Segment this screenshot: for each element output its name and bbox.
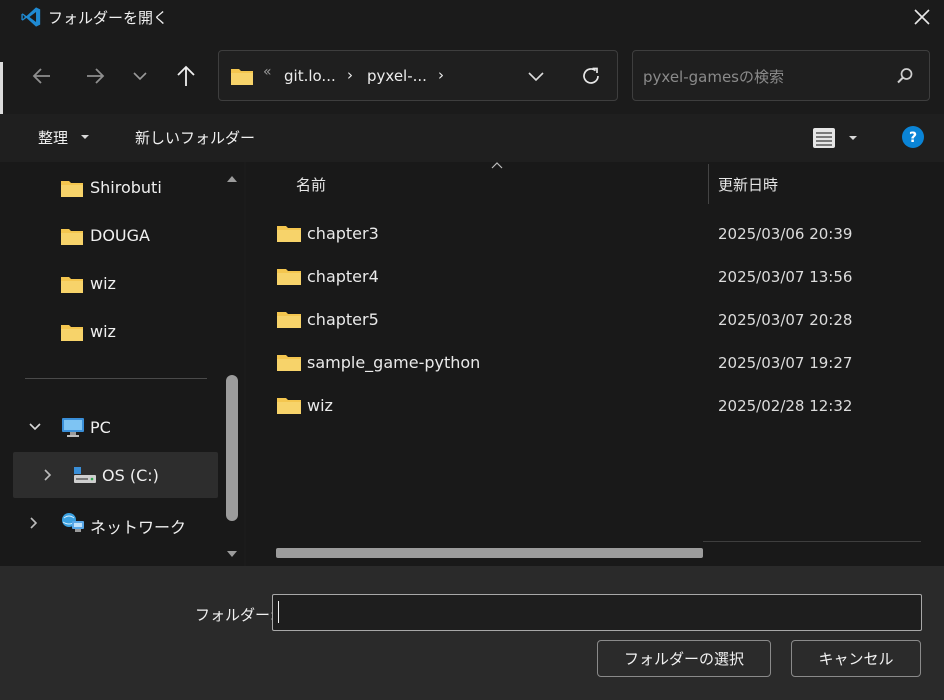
organize-dropdown-icon[interactable]	[79, 132, 91, 142]
network-icon	[60, 511, 86, 535]
address-separator[interactable]: ›	[438, 66, 444, 84]
sidebar-divider	[25, 378, 207, 379]
column-header-date[interactable]: 更新日時	[718, 174, 778, 195]
expand-chevron-down-icon[interactable]	[26, 418, 44, 436]
dialog-footer	[0, 566, 944, 700]
new-folder-button[interactable]: 新しいフォルダー	[135, 127, 255, 148]
select-folder-button[interactable]: フォルダーの選択	[597, 640, 771, 677]
view-dropdown-icon[interactable]	[847, 133, 859, 143]
address-dropdown-chevron-icon[interactable]	[524, 64, 548, 88]
address-overflow-icon[interactable]: «	[263, 64, 272, 80]
cancel-button[interactable]: キャンセル	[791, 640, 921, 677]
address-separator[interactable]: ›	[347, 66, 353, 84]
folder-name-input[interactable]	[272, 594, 922, 631]
window-edge-indicator	[0, 62, 3, 117]
column-divider[interactable]	[708, 164, 709, 204]
expand-chevron-right-icon[interactable]	[26, 514, 42, 532]
sidebar-item-network[interactable]: ネットワーク	[90, 514, 186, 538]
sidebar-item-os-c[interactable]: OS (C:)	[102, 466, 159, 485]
folder-icon	[276, 223, 302, 243]
up-arrow-icon[interactable]	[172, 62, 200, 90]
vscode-icon	[20, 6, 42, 28]
search-box[interactable]: pyxel-gamesの検索	[632, 50, 930, 101]
sidebar-item-shirobuti[interactable]: Shirobuti	[90, 178, 162, 197]
file-row-date: 2025/03/07 13:56	[718, 268, 853, 286]
file-row-date: 2025/02/28 12:32	[718, 397, 853, 415]
folder-icon	[276, 309, 302, 329]
horizontal-scrollbar-thumb[interactable]	[276, 548, 703, 558]
folder-icon	[276, 395, 302, 415]
sidebar-item-douga[interactable]: DOUGA	[90, 226, 150, 245]
organize-button[interactable]: 整理	[38, 127, 68, 148]
sort-ascending-icon	[490, 160, 504, 170]
folder-icon	[276, 352, 302, 372]
svg-text:?: ?	[909, 130, 917, 146]
drive-icon	[72, 465, 98, 485]
search-icon[interactable]	[895, 66, 915, 86]
address-segment-gitlo[interactable]: git.lo...	[284, 67, 336, 85]
close-icon[interactable]	[910, 6, 934, 28]
file-row-name[interactable]: chapter5	[307, 310, 379, 329]
help-icon[interactable]: ?	[901, 125, 925, 149]
refresh-icon[interactable]	[578, 63, 604, 89]
recent-locations-chevron-icon[interactable]	[128, 64, 152, 88]
list-border	[703, 541, 921, 542]
address-segment-pyxel[interactable]: pyxel-...	[367, 67, 427, 85]
scroll-down-arrow-icon[interactable]	[225, 548, 239, 560]
scroll-up-arrow-icon[interactable]	[225, 173, 239, 185]
file-row-name[interactable]: chapter3	[307, 224, 379, 243]
file-row-date: 2025/03/07 20:28	[718, 311, 853, 329]
file-row-name[interactable]: wiz	[307, 396, 333, 415]
forward-arrow-icon[interactable]	[81, 62, 109, 90]
file-row-name[interactable]: chapter4	[307, 267, 379, 286]
view-options-icon[interactable]	[812, 126, 836, 150]
text-cursor	[278, 601, 279, 623]
file-row-name[interactable]: sample_game-python	[307, 353, 480, 372]
column-header-name[interactable]: 名前	[296, 174, 326, 195]
folder-icon	[276, 266, 302, 286]
folder-icon	[60, 226, 84, 246]
sidebar-item-wiz-2[interactable]: wiz	[90, 322, 116, 341]
navigation-pane	[0, 162, 244, 566]
sidebar-item-wiz[interactable]: wiz	[90, 274, 116, 293]
folder-field-label: フォルダー:	[195, 606, 276, 624]
folder-icon	[60, 322, 84, 342]
folder-icon	[60, 274, 84, 294]
file-row-date: 2025/03/06 20:39	[718, 225, 853, 243]
file-row-date: 2025/03/07 19:27	[718, 354, 853, 372]
sidebar-scrollbar-thumb[interactable]	[226, 375, 238, 521]
sidebar-item-pc[interactable]: PC	[90, 418, 111, 437]
back-arrow-icon[interactable]	[28, 62, 56, 90]
expand-chevron-right-icon[interactable]	[40, 466, 56, 484]
folder-icon	[60, 178, 84, 198]
folder-icon	[230, 66, 254, 86]
pc-monitor-icon	[60, 416, 86, 438]
window-title: フォルダーを開く	[48, 9, 169, 27]
search-input[interactable]: pyxel-gamesの検索	[643, 66, 784, 87]
